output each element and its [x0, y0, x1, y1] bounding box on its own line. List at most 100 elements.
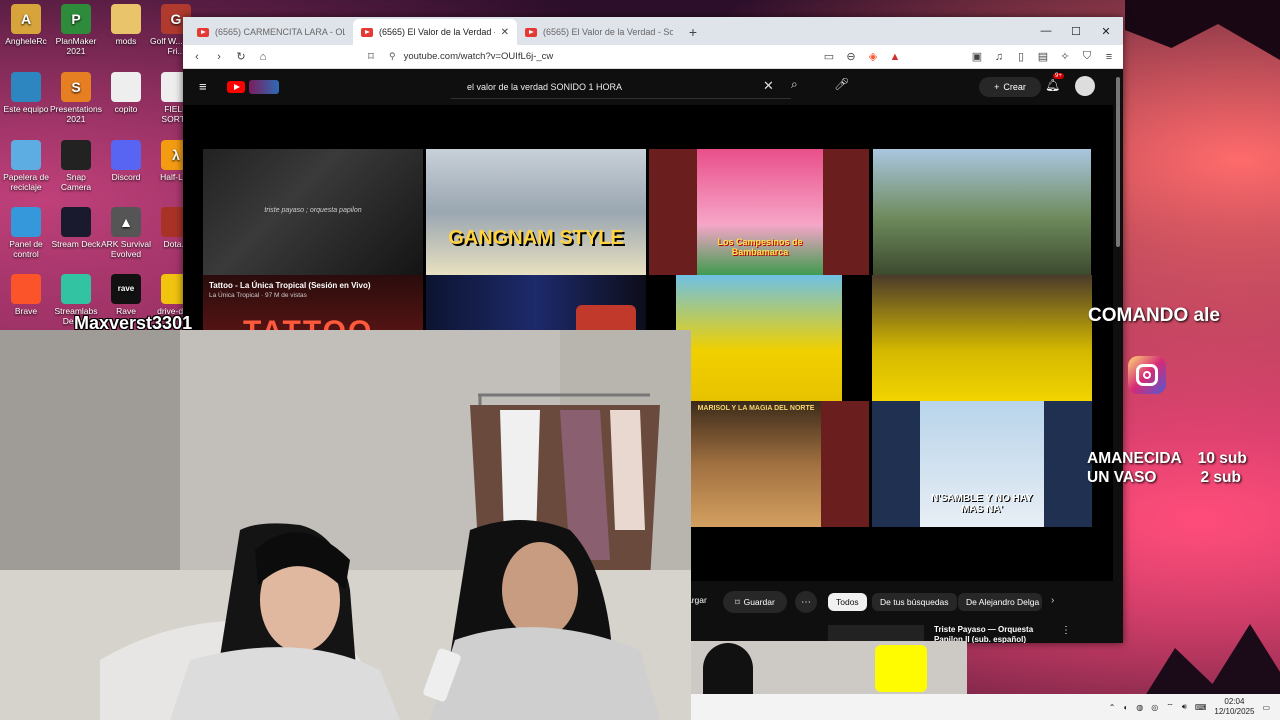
- desktop-app-icon: S: [61, 72, 91, 102]
- notifications-bell-icon[interactable]: 🔔︎: [1045, 78, 1060, 92]
- sidebar-icon[interactable]: ▯: [1013, 49, 1029, 65]
- microphone-icon[interactable]: 🎤︎: [834, 77, 849, 91]
- chip-from-searches[interactable]: De tus búsquedas: [872, 593, 957, 611]
- clear-search-icon[interactable]: ✕: [763, 78, 774, 94]
- desktop-icon[interactable]: P PlanMaker 2021: [50, 4, 102, 56]
- chip-all[interactable]: Todos: [828, 593, 867, 611]
- tray-app-icon[interactable]: ◐: [1123, 703, 1128, 712]
- taskbar-clock[interactable]: 02:04 12/10/2025: [1214, 697, 1254, 717]
- endscreen-video-10[interactable]: N'SAMBLE Y NO HAY MAS NA': [872, 401, 1092, 527]
- thumb-caption: MARISOL Y LA MAGIA DEL NORTE: [697, 405, 815, 412]
- reload-icon[interactable]: ↻: [233, 49, 249, 65]
- site-settings-icon[interactable]: ⚲: [389, 51, 396, 62]
- endscreen-video-3[interactable]: Los Campesinos de Bambamarca: [649, 149, 869, 275]
- tab-title: (6565) CARMENCITA LARA - OLVIDA: [215, 27, 345, 37]
- screenshot-icon[interactable]: ▣: [969, 49, 985, 65]
- zoom-icon[interactable]: ⊖: [843, 49, 859, 65]
- tray-steam-icon[interactable]: ◎: [1151, 703, 1158, 712]
- desktop-app-icon: [11, 72, 41, 102]
- desktop-icon-label: PlanMaker 2021: [55, 36, 97, 56]
- taskbar: ⌃ ◐ ◍ ◎ ⌔ 🔊︎ ⌨ 02:04 12/10/2025 ▭: [691, 694, 1280, 720]
- desktop-icon[interactable]: mods: [100, 4, 152, 46]
- address-bar[interactable]: ⚲ youtube.com/watch?v=OUIfL6j-_cw: [385, 48, 815, 66]
- chevron-right-icon[interactable]: ›: [1051, 595, 1054, 606]
- wallpaper-shape: [1125, 0, 1280, 60]
- desktop-icon[interactable]: A AngheleRc: [0, 4, 52, 46]
- desktop-icon-label: Papelera de reciclaje: [3, 172, 49, 192]
- maximize-button[interactable]: ☐: [1061, 17, 1091, 45]
- desktop-icon[interactable]: Panel de control: [0, 207, 52, 259]
- desktop-app-icon: ▲: [111, 207, 141, 237]
- avatar[interactable]: [1075, 76, 1095, 96]
- desktop-app-icon: [111, 140, 141, 170]
- desktop-icon[interactable]: Papelera de reciclaje: [0, 140, 52, 192]
- minimize-button[interactable]: —: [1031, 17, 1061, 45]
- desktop-icon-label: Presentations 2021: [50, 104, 102, 124]
- cast-icon[interactable]: ▭: [821, 49, 837, 65]
- new-tab-button[interactable]: +: [681, 19, 705, 45]
- back-icon[interactable]: ‹: [189, 49, 205, 65]
- vpn-icon[interactable]: ⛉: [1079, 49, 1095, 65]
- page-scrollbar[interactable]: [1113, 69, 1123, 643]
- webcam-strip: [691, 641, 967, 694]
- more-vertical-icon[interactable]: ⋮: [1061, 625, 1071, 636]
- leo-icon[interactable]: ✧: [1057, 49, 1073, 65]
- brave-rewards-icon[interactable]: ▲: [887, 49, 903, 65]
- webcam-scene: [0, 330, 691, 720]
- reward-cost: 10 sub: [1197, 450, 1247, 467]
- menu-icon[interactable]: ≡: [1101, 49, 1117, 65]
- create-label: Crear: [1003, 82, 1026, 92]
- desktop-icon[interactable]: copito: [100, 72, 152, 114]
- show-hidden-icons-icon[interactable]: ⌃: [1109, 703, 1116, 712]
- guide-menu-icon[interactable]: ≡: [199, 79, 207, 94]
- media-icon[interactable]: ♫: [991, 49, 1007, 65]
- chip-from-channel[interactable]: De Alejandro Delga: [958, 593, 1042, 611]
- reward-name: UN VASO: [1087, 469, 1157, 486]
- tray-app-icon[interactable]: ◍: [1136, 703, 1143, 712]
- desktop-app-icon: [61, 207, 91, 237]
- desktop-app-icon: rave: [111, 274, 141, 304]
- desktop-icon[interactable]: ▲ ARK Survival Evolved: [100, 207, 152, 259]
- desktop-icon[interactable]: Discord: [100, 140, 152, 182]
- desktop-icon-label: Discord: [111, 172, 141, 182]
- volume-icon[interactable]: 🔊︎: [1182, 702, 1187, 712]
- tab-carmencita[interactable]: (6565) CARMENCITA LARA - OLVIDA: [189, 19, 353, 45]
- bookmark-icon[interactable]: ⌑: [363, 49, 379, 65]
- search-icon[interactable]: ⌕: [791, 77, 798, 92]
- command-text: COMANDO ale: [1088, 305, 1220, 326]
- tab-valor-verdad-2[interactable]: (6565) El Valor de la Verdad - Sonido: [517, 19, 681, 45]
- desktop-icon[interactable]: Brave: [0, 274, 52, 316]
- desktop-app-icon: [111, 72, 141, 102]
- doodle-logo[interactable]: [249, 80, 279, 94]
- forward-icon[interactable]: ›: [211, 49, 227, 65]
- desktop-icon[interactable]: Este equipo: [0, 72, 52, 114]
- endscreen-video-7[interactable]: [676, 275, 842, 401]
- tab-valor-verdad-active[interactable]: (6565) El Valor de la Verdad - So ✕: [353, 19, 517, 45]
- home-icon[interactable]: ⌂: [255, 49, 271, 65]
- close-tab-icon[interactable]: ✕: [501, 27, 509, 38]
- thumb-caption: GANGNAM STYLE: [448, 227, 624, 249]
- brave-shield-icon[interactable]: ◈: [865, 49, 881, 65]
- wallet-icon[interactable]: ▤: [1035, 49, 1051, 65]
- youtube-logo-icon[interactable]: [227, 81, 245, 93]
- desktop-icon[interactable]: Stream Deck: [50, 207, 102, 249]
- clock-date: 12/10/2025: [1214, 707, 1255, 716]
- network-icon[interactable]: ⌔: [1166, 702, 1174, 712]
- save-button[interactable]: ⌑ Guardar: [723, 591, 787, 613]
- desktop-icon[interactable]: S Presentations 2021: [50, 72, 102, 124]
- desktop-icon[interactable]: Snap Camera: [50, 140, 102, 192]
- desktop-icon[interactable]: rave Rave: [100, 274, 152, 316]
- endscreen-video-2[interactable]: GANGNAM STYLE: [426, 149, 646, 275]
- endscreen-video-4[interactable]: [873, 149, 1091, 275]
- more-actions-icon[interactable]: ⋯: [795, 591, 817, 613]
- search-query: el valor de la verdad SONIDO 1 HORA: [467, 81, 623, 92]
- create-button[interactable]: + Crear: [979, 77, 1041, 97]
- notification-center-icon[interactable]: ▭: [1262, 703, 1270, 712]
- search-input[interactable]: el valor de la verdad SONIDO 1 HORA: [451, 75, 791, 99]
- language-icon[interactable]: ⌨: [1195, 703, 1207, 712]
- endscreen-video-1[interactable]: triste payaso ; orquesta papilon: [203, 149, 423, 275]
- endscreen-video-8[interactable]: [872, 275, 1092, 401]
- close-window-button[interactable]: ✕: [1091, 17, 1121, 45]
- desktop-app-icon: [11, 274, 41, 304]
- tab-title: (6565) El Valor de la Verdad - So: [379, 27, 495, 37]
